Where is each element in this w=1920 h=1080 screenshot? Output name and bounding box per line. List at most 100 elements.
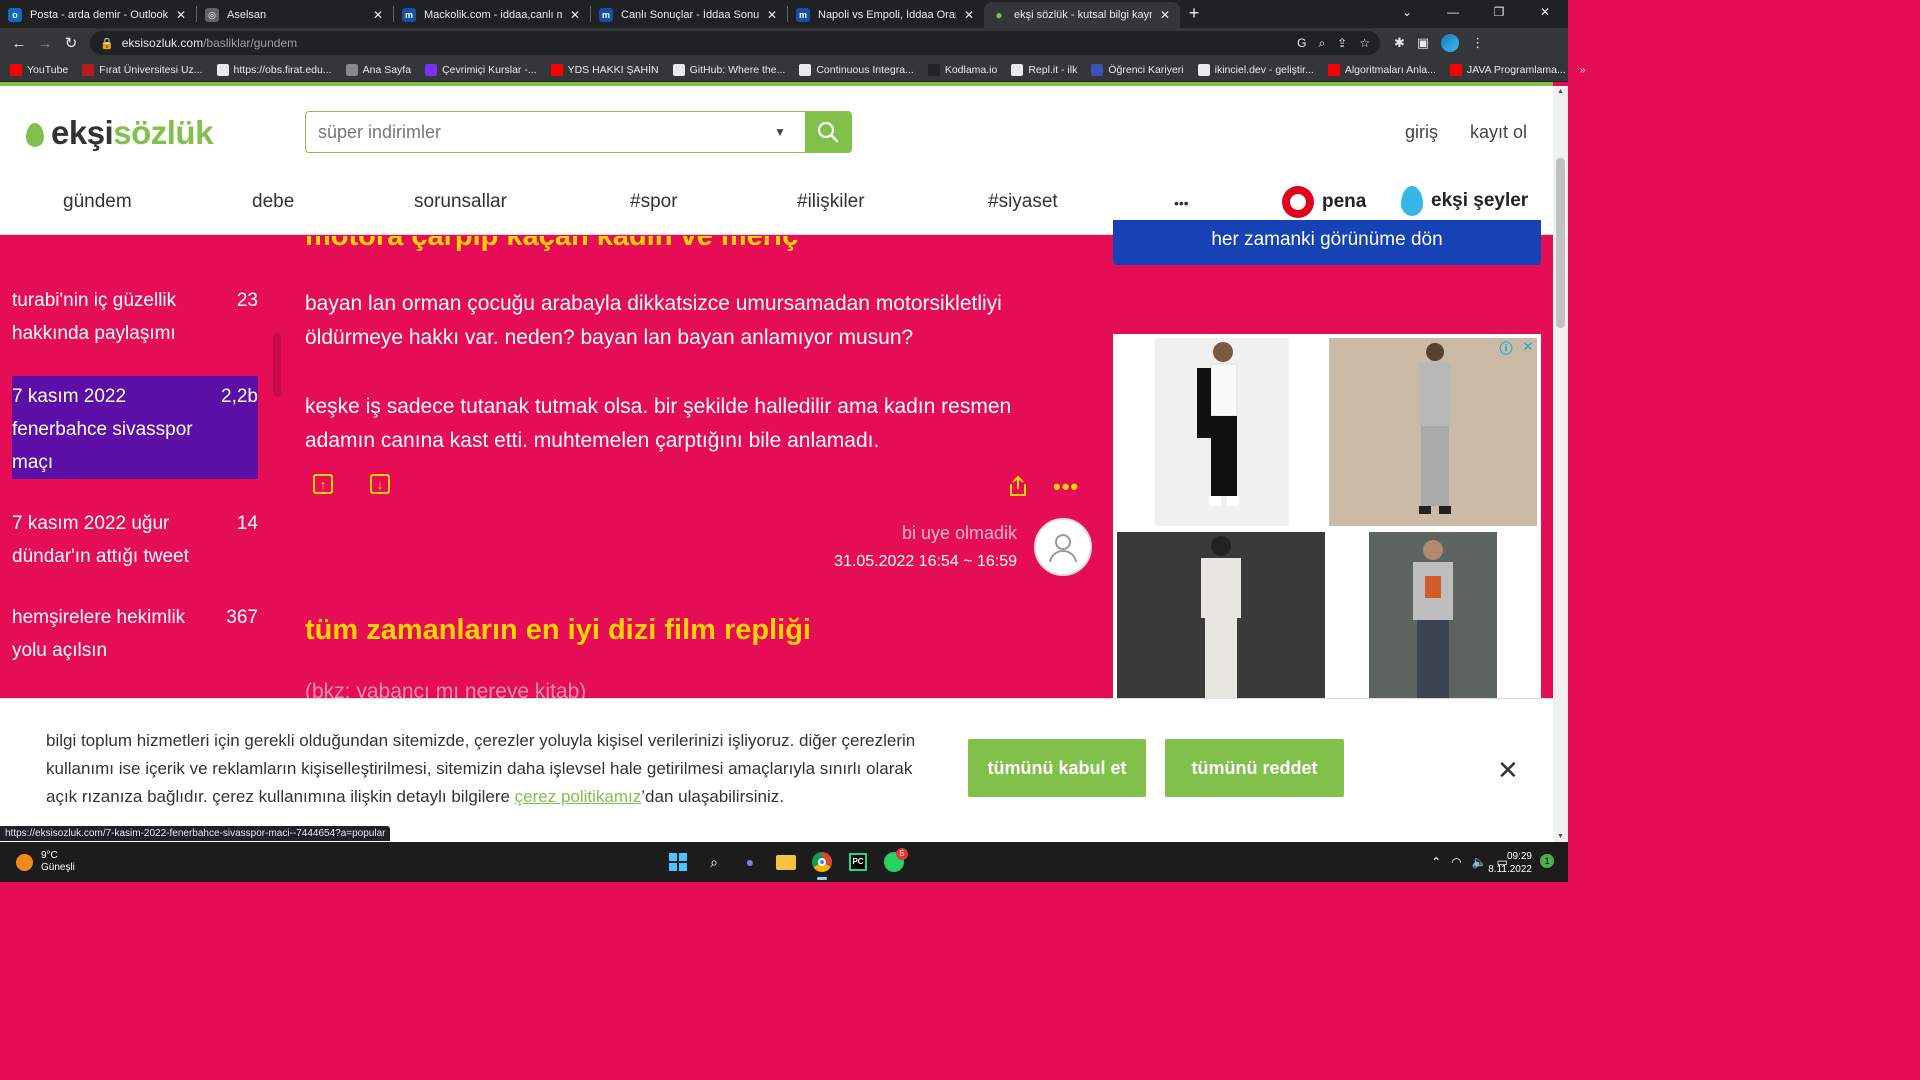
page-scrollbar[interactable]: ▲ ▼: [1553, 86, 1568, 842]
entry-date[interactable]: 31.05.2022 16:54 ~ 16:59: [834, 553, 1017, 571]
close-icon[interactable]: ✕: [1158, 8, 1172, 22]
sidebar-item[interactable]: hemşirelere hekimlik yolu açılsın 367: [12, 601, 258, 667]
bookmark-star-icon[interactable]: ☆: [1359, 36, 1370, 51]
nav-sorunsallar[interactable]: sorunsallar: [414, 191, 507, 213]
bookmark-item[interactable]: YouTube: [10, 63, 68, 76]
tab-mackolik[interactable]: m Mackolik.com - iddaa,canlı maç,i ✕: [394, 2, 590, 28]
wifi-icon[interactable]: ◠: [1451, 855, 1461, 869]
reload-icon[interactable]: ↻: [58, 34, 84, 52]
register-link[interactable]: kayıt ol: [1470, 122, 1527, 143]
close-icon[interactable]: ✕: [174, 8, 188, 22]
ad-image[interactable]: [1329, 532, 1537, 704]
profile-avatar[interactable]: [1441, 34, 1460, 52]
window-close-icon[interactable]: ✕: [1522, 0, 1568, 28]
search-button[interactable]: [805, 112, 851, 152]
search-input[interactable]: [306, 112, 755, 152]
sidebar-item[interactable]: 7 kasım 2022 uğur dündar'ın attığı tweet…: [12, 507, 258, 573]
bookmark-item[interactable]: Continuous Integra...: [799, 63, 914, 76]
classic-view-button[interactable]: her zamanki görünüme dön: [1113, 220, 1541, 265]
sidepanel-icon[interactable]: ▣: [1417, 35, 1429, 51]
close-icon[interactable]: ✕: [765, 8, 779, 22]
scroll-down-icon[interactable]: ▼: [1557, 833, 1564, 840]
menu-icon[interactable]: ⋮: [1471, 35, 1484, 51]
bookmarks-overflow-icon[interactable]: »: [1580, 64, 1586, 76]
teams-chat-icon[interactable]: ●: [736, 848, 764, 876]
info-icon[interactable]: ⓘ: [1497, 338, 1515, 356]
nav-more-icon[interactable]: •••: [1174, 195, 1189, 211]
downvote-icon[interactable]: ↓: [370, 474, 390, 494]
pena-link[interactable]: pena: [1282, 186, 1366, 218]
clock[interactable]: 09:29 8.11.2022: [1488, 850, 1532, 876]
entry-topic-title[interactable]: tüm zamanların en iyi dizi film repliği: [305, 614, 811, 647]
nav-debe[interactable]: debe: [252, 191, 294, 213]
restore-icon[interactable]: ❐: [1476, 0, 1522, 28]
zoom-icon[interactable]: ⌕: [1318, 36, 1325, 51]
close-icon[interactable]: ✕: [1519, 338, 1537, 356]
tab-napoli[interactable]: m Napoli vs Empoli, İddaa Oranları ✕: [788, 2, 984, 28]
bookmark-item[interactable]: Çevrimiçi Kurslar -...: [425, 63, 537, 76]
ad-image[interactable]: [1117, 532, 1325, 704]
file-explorer-icon[interactable]: [772, 848, 800, 876]
close-icon[interactable]: ✕: [962, 8, 976, 22]
cookie-policy-link[interactable]: çerez politikamız: [515, 787, 642, 806]
bookmark-item[interactable]: ikinciel.dev - geliştir...: [1197, 63, 1314, 76]
avatar[interactable]: [1034, 518, 1092, 576]
bookmark-item[interactable]: Ana Sayfa: [345, 63, 411, 76]
whatsapp-icon[interactable]: 5: [880, 848, 908, 876]
eksi-seyler-link[interactable]: ekşi şeyler: [1401, 186, 1528, 216]
bookmark-item[interactable]: YDS HAKKI ŞAHİN: [550, 63, 659, 76]
forward-icon[interactable]: →: [32, 35, 58, 52]
nav-iliskiler[interactable]: #ilişkiler: [797, 191, 865, 213]
notification-badge[interactable]: 1: [1540, 854, 1554, 868]
close-icon[interactable]: ✕: [568, 8, 582, 22]
sidebar-scrollbar[interactable]: [273, 333, 281, 397]
sidebar-item[interactable]: turabi'nin iç güzellik hakkında paylaşım…: [12, 284, 258, 350]
scroll-thumb[interactable]: [1556, 158, 1565, 328]
ad-image[interactable]: [1117, 338, 1325, 526]
share-icon[interactable]: ⇪: [1337, 36, 1347, 51]
bookmark-item[interactable]: https://obs.firat.edu...: [216, 63, 332, 76]
tab-search-icon[interactable]: ⌄: [1384, 0, 1430, 28]
chrome-icon[interactable]: [808, 848, 836, 880]
nav-gundem[interactable]: gündem: [63, 191, 132, 213]
weather-widget[interactable]: 9°C Güneşli: [16, 850, 75, 874]
ad-image[interactable]: [1329, 338, 1537, 526]
chevron-down-icon[interactable]: ▼: [755, 112, 805, 152]
sidebar-item-active[interactable]: 7 kasım 2022 fenerbahce sivasspor maçı 2…: [12, 376, 258, 479]
extensions-icon[interactable]: ✱: [1394, 35, 1405, 51]
bookmark-item[interactable]: Öğrenci Kariyeri: [1091, 63, 1184, 76]
entry-more-icon[interactable]: •••: [1053, 474, 1079, 500]
scroll-up-icon[interactable]: ▲: [1557, 88, 1564, 95]
tab-aselsan[interactable]: ◎ Aselsan ✕: [197, 2, 393, 28]
share-icon[interactable]: [1008, 475, 1028, 502]
tab-outlook[interactable]: o Posta - arda demir - Outlook ✕: [0, 2, 196, 28]
entry-author[interactable]: bi uye olmadik: [902, 523, 1017, 544]
chevron-up-icon[interactable]: ⌃: [1431, 855, 1441, 869]
lock-icon[interactable]: 🔒: [100, 37, 114, 50]
nav-siyaset[interactable]: #siyaset: [988, 191, 1058, 213]
google-icon[interactable]: G: [1297, 36, 1306, 51]
upvote-icon[interactable]: ↑: [313, 474, 333, 494]
reject-all-button[interactable]: tümünü reddet: [1165, 739, 1344, 797]
tab-canli-sonuclar[interactable]: m Canlı Sonuçlar - İddaa Sonuçları ✕: [591, 2, 787, 28]
back-icon[interactable]: ←: [6, 35, 32, 52]
bookmark-item[interactable]: Algoritmaları Anla...: [1327, 63, 1436, 76]
address-bar[interactable]: 🔒 eksisozluk.com/basliklar/gundem G ⌕ ⇪ …: [90, 31, 1380, 55]
bookmark-item[interactable]: JAVA Programlama...: [1449, 63, 1566, 76]
login-link[interactable]: giriş: [1405, 122, 1438, 143]
bookmark-item[interactable]: GitHub: Where the...: [672, 63, 785, 76]
close-icon[interactable]: ✕: [1497, 755, 1519, 786]
search-icon[interactable]: ⌕: [700, 848, 728, 876]
minimize-icon[interactable]: —: [1430, 0, 1476, 28]
accept-all-button[interactable]: tümünü kabul et: [968, 739, 1146, 797]
close-icon[interactable]: ✕: [371, 8, 385, 22]
pycharm-icon[interactable]: PC: [844, 848, 872, 876]
windows-start-icon[interactable]: [664, 848, 692, 876]
new-tab-icon[interactable]: +: [1180, 3, 1208, 24]
speaker-icon[interactable]: 🔈: [1472, 855, 1487, 869]
site-logo[interactable]: ekşi sözlük: [26, 114, 213, 152]
ad-banner[interactable]: ⓘ ✕: [1113, 334, 1541, 704]
bookmark-item[interactable]: Repl.it - ilk: [1011, 63, 1077, 76]
nav-spor[interactable]: #spor: [630, 191, 678, 213]
tab-eksisozluk[interactable]: ● ekşi sözlük - kutsal bilgi kaynağı ✕: [984, 2, 1180, 28]
